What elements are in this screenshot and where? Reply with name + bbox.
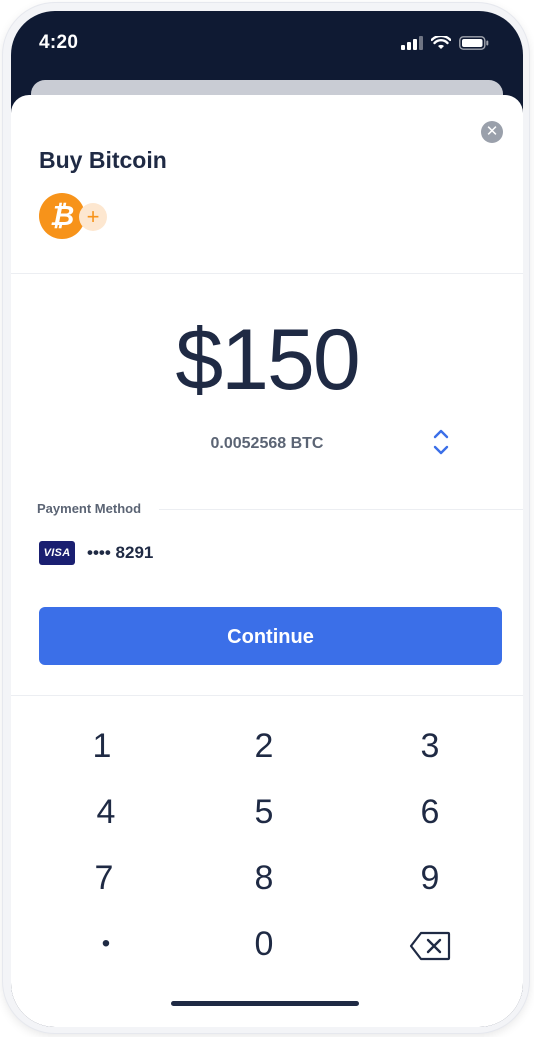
key-5[interactable]: 5 [179,784,349,840]
key-7[interactable]: 7 [19,850,189,906]
key-1[interactable]: 1 [17,718,187,774]
keypad-divider [11,695,523,696]
key-8[interactable]: 8 [179,850,349,906]
battery-icon [459,36,489,50]
add-asset-icon[interactable]: + [79,203,107,231]
buy-sheet: ✕ Buy Bitcoin ₿ + $150 0.0052568 BTC Pay… [11,95,523,1027]
status-icons [401,36,489,50]
key-9[interactable]: 9 [345,850,515,906]
backspace-icon [409,931,451,961]
home-indicator[interactable] [171,1001,359,1006]
status-time: 4:20 [39,32,79,53]
sheet-title: Buy Bitcoin [39,147,167,173]
header-divider [11,273,523,274]
continue-button[interactable]: Continue [39,607,502,665]
amount-display: $150 [175,312,360,408]
key-2[interactable]: 2 [179,718,349,774]
key-3[interactable]: 3 [345,718,515,774]
payment-method-label: Payment Method [37,501,142,516]
key-0[interactable]: 0 [179,916,349,972]
swap-vertical-icon[interactable] [429,427,453,457]
visa-card-icon: VISA [39,541,75,565]
phone-frame: 4:20 ✕ Buy Bitcoin ₿ + $150 0.0052568 BT… [3,3,529,1033]
key-4[interactable]: 4 [21,784,191,840]
card-number: •••• 8291 [87,543,154,562]
status-bar: 4:20 [11,11,523,81]
signal-icon [401,36,423,50]
close-icon[interactable]: ✕ [481,121,503,143]
phone-screen: 4:20 ✕ Buy Bitcoin ₿ + $150 0.0052568 BT… [11,11,523,1027]
wifi-icon [431,36,451,49]
key-6[interactable]: 6 [345,784,515,840]
key-backspace[interactable] [345,916,515,972]
payment-method-divider [159,509,523,510]
key-decimal[interactable]: • [21,916,191,972]
